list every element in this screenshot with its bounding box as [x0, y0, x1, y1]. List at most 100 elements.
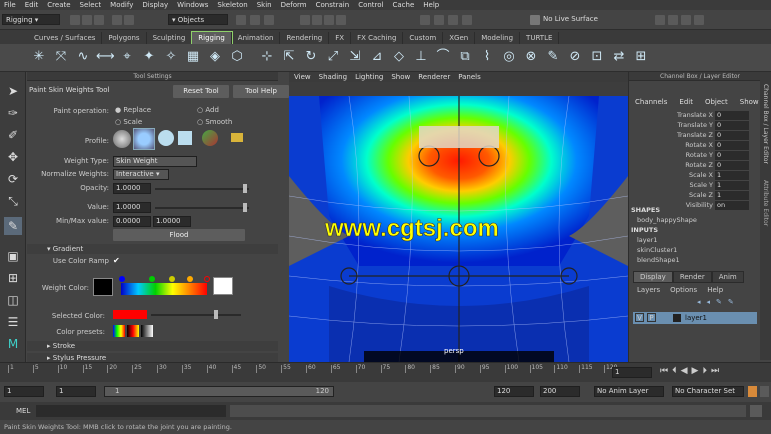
time-slider[interactable]: 1 5 10 15 20 25 30 35 40 45 50 55 60 65 70 75 80 85 90 95 10…: [0, 362, 771, 382]
shelf-tab-sculpting[interactable]: Sculpting: [147, 32, 193, 44]
channel-value[interactable]: 0: [715, 111, 749, 120]
save-scene-icon[interactable]: [94, 15, 104, 25]
weight-type-dropdown[interactable]: Skin Weight: [113, 156, 197, 167]
channel-value[interactable]: 0: [715, 141, 749, 150]
copy-weights-icon[interactable]: ⊞: [632, 48, 650, 66]
paint-weights-icon[interactable]: ✎: [544, 48, 562, 66]
color-preset-grayscale[interactable]: [141, 325, 153, 337]
channel-menu-object[interactable]: Object: [705, 98, 728, 106]
ipr-render-icon[interactable]: [448, 15, 458, 25]
shelf-tab-fx[interactable]: FX: [329, 32, 352, 44]
modeling-toolkit-icon[interactable]: [655, 15, 665, 25]
menu-edit[interactable]: Edit: [25, 1, 39, 9]
channel-row[interactable]: Scale Z1: [629, 191, 754, 201]
menu-skeleton[interactable]: Skeleton: [217, 1, 247, 9]
ramp-key-handle[interactable]: [119, 276, 125, 282]
select-hierarchy-icon[interactable]: [236, 15, 246, 25]
shelf-tab-rendering[interactable]: Rendering: [280, 32, 330, 44]
geometry-constraint-icon[interactable]: ◇: [390, 48, 408, 66]
profile-soft-icon[interactable]: [133, 128, 155, 150]
normalize-weights-dropdown[interactable]: Interactive ▾: [113, 169, 169, 180]
ik-spline-icon[interactable]: ∿: [74, 48, 92, 66]
snap-point-icon[interactable]: [324, 15, 334, 25]
ik-handle-icon[interactable]: ⤧: [52, 48, 70, 66]
attribute-editor-side-tab[interactable]: Attribute Editor: [762, 180, 769, 226]
play-forward-icon[interactable]: ▶: [692, 366, 699, 376]
op-scale-radio[interactable]: ○ Scale: [115, 118, 142, 126]
value-field[interactable]: 1.0000: [113, 202, 151, 213]
paint-skin-weights-tool-icon[interactable]: ✎: [4, 217, 22, 235]
channel-menu-edit[interactable]: Edit: [679, 98, 693, 106]
layer-menu-layers[interactable]: Layers: [637, 286, 660, 294]
opacity-slider[interactable]: [155, 188, 249, 190]
viewport-menu-renderer[interactable]: Renderer: [418, 73, 450, 81]
wire-icon[interactable]: ⌇: [478, 48, 496, 66]
shelf-tab-fx-caching[interactable]: FX Caching: [351, 32, 404, 44]
layer-name[interactable]: layer1: [685, 314, 707, 322]
channel-value[interactable]: 0: [715, 131, 749, 140]
character-set-dropdown[interactable]: No Character Set: [672, 386, 744, 397]
mirror-joint-icon[interactable]: ⟷: [96, 48, 115, 66]
normal-constraint-icon[interactable]: ⊥: [412, 48, 430, 66]
min-value-field[interactable]: 0.0000: [113, 216, 151, 227]
smooth-skin-icon[interactable]: ⊘: [566, 48, 584, 66]
layer-menu-help[interactable]: Help: [707, 286, 723, 294]
menu-constrain[interactable]: Constrain: [316, 1, 350, 9]
live-surface-icon[interactable]: [530, 15, 540, 25]
shelf-tab-xgen[interactable]: XGen: [443, 32, 476, 44]
layer-tab-display[interactable]: Display: [633, 271, 673, 283]
channel-value[interactable]: 0: [715, 121, 749, 130]
viewport-panel[interactable]: View Shading Lighting Show Renderer Panels: [289, 72, 628, 362]
viewport-menu-shading[interactable]: Shading: [319, 73, 347, 81]
outliner-layout-icon[interactable]: ☰: [4, 313, 22, 331]
script-editor-icon[interactable]: [750, 405, 762, 417]
shelf-tab-turtle[interactable]: TURTLE: [520, 32, 560, 44]
shelf-tab-custom[interactable]: Custom: [403, 32, 444, 44]
layer-move-up-icon[interactable]: ◂: [697, 298, 701, 308]
move-tool-icon[interactable]: ✥: [4, 148, 22, 166]
stroke-section-header[interactable]: ▸ Stroke: [27, 341, 278, 351]
current-frame-field[interactable]: 1: [612, 367, 652, 378]
anim-layer-dropdown[interactable]: No Anim Layer: [594, 386, 664, 397]
menu-set-dropdown[interactable]: Rigging ▾: [2, 14, 60, 25]
viewport-menu-panels[interactable]: Panels: [458, 73, 481, 81]
redo-icon[interactable]: [124, 15, 134, 25]
color-preset-heat[interactable]: [127, 325, 139, 337]
profile-image-icon[interactable]: [202, 130, 218, 146]
attribute-editor-icon[interactable]: [668, 15, 678, 25]
channel-row[interactable]: Rotate Y0: [629, 151, 754, 161]
folder-icon[interactable]: [231, 133, 243, 142]
playback-start-field[interactable]: 1: [56, 386, 96, 397]
weight-color-low-swatch[interactable]: [93, 278, 113, 296]
menu-file[interactable]: File: [4, 1, 16, 9]
viewport-menu-show[interactable]: Show: [391, 73, 410, 81]
shelf-tab-rigging[interactable]: Rigging: [191, 31, 233, 45]
viewport-canvas[interactable]: www.cgtsj.com persp: [289, 96, 628, 362]
shelf-tab-polygons[interactable]: Polygons: [102, 32, 147, 44]
menu-display[interactable]: Display: [142, 1, 168, 9]
new-scene-icon[interactable]: [70, 15, 80, 25]
max-value-field[interactable]: 1.0000: [153, 216, 191, 227]
snap-grid-icon[interactable]: [300, 15, 310, 25]
anim-start-field[interactable]: 1: [4, 386, 44, 397]
menu-create[interactable]: Create: [47, 1, 70, 9]
tool-help-button[interactable]: Tool Help: [233, 85, 289, 98]
channel-value[interactable]: 1: [715, 171, 749, 180]
channel-row[interactable]: Scale Y1: [629, 181, 754, 191]
aim-constraint-icon[interactable]: ⇱: [280, 48, 298, 66]
scale-tool-icon[interactable]: ⤡: [4, 192, 22, 210]
playback-end-field[interactable]: 120: [494, 386, 534, 397]
weight-color-ramp[interactable]: [121, 283, 207, 295]
prune-weights-icon[interactable]: ⊡: [588, 48, 606, 66]
channel-menu-show[interactable]: Show: [740, 98, 759, 106]
menu-modify[interactable]: Modify: [110, 1, 133, 9]
preferences-icon[interactable]: [760, 386, 769, 397]
auto-key-icon[interactable]: [748, 386, 757, 397]
gradient-section-header[interactable]: ▾ Gradient: [27, 244, 278, 254]
selected-color-swatch[interactable]: [113, 310, 147, 319]
mel-label[interactable]: MEL: [16, 407, 30, 415]
single-pane-icon[interactable]: ▣: [4, 247, 22, 265]
orient-joint-icon[interactable]: ⌖: [118, 48, 136, 66]
range-slider[interactable]: 1 120: [104, 386, 334, 397]
shelf-tab-animation[interactable]: Animation: [232, 32, 281, 44]
